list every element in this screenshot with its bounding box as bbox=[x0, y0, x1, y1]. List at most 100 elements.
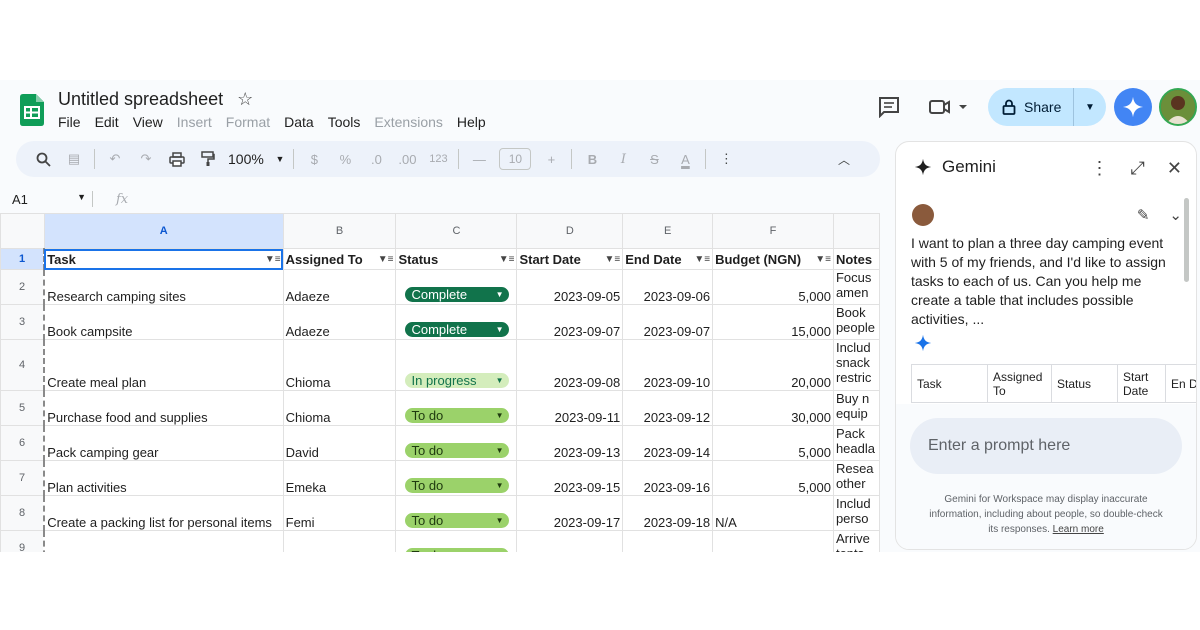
cell-notes[interactable]: Book people bbox=[832, 304, 880, 340]
column-header-b[interactable]: B bbox=[282, 213, 397, 249]
cell-task[interactable]: Set up camp bbox=[43, 530, 284, 552]
row-header-1[interactable]: 1 bbox=[0, 248, 45, 270]
header-cell-end[interactable]: End Date ▼≡ bbox=[622, 248, 714, 270]
cell-start-date[interactable]: 2023-09-17 bbox=[516, 495, 624, 531]
close-icon[interactable]: ✕ bbox=[1167, 158, 1182, 179]
cell-start-date[interactable]: 2023-09-11 bbox=[516, 390, 624, 426]
cell-status[interactable]: Complete ▼ bbox=[395, 304, 518, 340]
status-chip[interactable]: To do ▼ bbox=[405, 513, 510, 528]
cell-start-date[interactable]: 2023-09-05 bbox=[516, 269, 624, 305]
spreadsheet-grid[interactable]: A B C D E F 1 Task ▼≡ Assigned To ▼≡ Statu… bbox=[0, 213, 880, 552]
row-header[interactable]: 6 bbox=[0, 425, 45, 461]
cell-notes[interactable]: Pack headla bbox=[832, 425, 880, 461]
cell-start-date[interactable]: 2023-09-15 bbox=[516, 460, 624, 496]
header-cell-assigned[interactable]: Assigned To ▼≡ bbox=[282, 248, 397, 270]
status-chip[interactable]: Complete ▼ bbox=[405, 322, 510, 337]
cell-budget[interactable]: 5,000 bbox=[712, 425, 834, 461]
header-cell-status[interactable]: Status ▼≡ bbox=[395, 248, 518, 270]
cell-task[interactable]: Purchase food and supplies bbox=[43, 390, 284, 426]
cell-notes[interactable]: Includ snack restric bbox=[832, 339, 880, 391]
cell-budget[interactable]: 5,000 bbox=[712, 460, 834, 496]
chevron-down-icon[interactable]: ⌄ bbox=[1169, 206, 1182, 224]
status-chip[interactable]: To do ▼ bbox=[405, 478, 510, 493]
column-header-c[interactable]: C bbox=[395, 213, 518, 249]
document-title[interactable]: Untitled spreadsheet bbox=[58, 89, 223, 110]
cell-status[interactable]: Complete ▼ bbox=[395, 269, 518, 305]
cell-start-date[interactable]: 2023-09-22 bbox=[516, 530, 624, 552]
name-box[interactable]: A1 ▼ bbox=[0, 192, 92, 207]
filter-icon[interactable]: ▼≡ bbox=[378, 254, 394, 265]
cell-budget[interactable]: 30,000 bbox=[712, 390, 834, 426]
cell-end-date[interactable]: 2023-09-18 bbox=[622, 495, 714, 531]
filter-icon[interactable]: ▼≡ bbox=[815, 254, 831, 265]
undo-icon[interactable]: ↶ bbox=[104, 147, 126, 171]
font-size-increase-icon[interactable]: + bbox=[540, 147, 562, 171]
header-cell-notes[interactable]: Notes bbox=[832, 248, 880, 270]
cell-end-date[interactable]: 2023-09-06 bbox=[622, 269, 714, 305]
row-header[interactable]: 4 bbox=[0, 339, 45, 391]
cell-start-date[interactable]: 2023-09-13 bbox=[516, 425, 624, 461]
cell-budget[interactable]: 5,000 bbox=[712, 269, 834, 305]
decrease-decimal-button[interactable]: .0 bbox=[365, 147, 387, 171]
cell-notes[interactable]: Resea other bbox=[832, 460, 880, 496]
cell-end-date[interactable]: 2023-09-14 bbox=[622, 425, 714, 461]
menu-insert[interactable]: Insert bbox=[177, 114, 212, 130]
cell-status[interactable]: To do ▼ bbox=[395, 530, 518, 552]
header-cell-task[interactable]: Task ▼≡ bbox=[43, 248, 284, 270]
header-cell-start[interactable]: Start Date ▼≡ bbox=[516, 248, 624, 270]
share-options-caret-icon[interactable]: ▼ bbox=[1074, 102, 1106, 113]
tasks-icon[interactable]: ▤ bbox=[63, 147, 85, 171]
select-all-corner[interactable] bbox=[0, 213, 45, 249]
share-main[interactable]: Share bbox=[988, 88, 1074, 126]
share-button[interactable]: Share ▼ bbox=[988, 88, 1106, 126]
more-formats-button[interactable]: 123 bbox=[427, 147, 449, 171]
status-chip[interactable]: To do ▼ bbox=[405, 408, 510, 423]
menu-format[interactable]: Format bbox=[226, 114, 270, 130]
row-header[interactable]: 7 bbox=[0, 460, 45, 496]
cell-assigned[interactable]: All bbox=[282, 530, 397, 552]
font-size-input[interactable]: 10 bbox=[499, 148, 532, 170]
text-color-button[interactable]: A bbox=[674, 147, 696, 171]
more-vert-icon[interactable]: ⋮ bbox=[1091, 158, 1109, 179]
cell-assigned[interactable]: Femi bbox=[282, 495, 397, 531]
cell-start-date[interactable]: 2023-09-08 bbox=[516, 339, 624, 391]
column-header-f[interactable]: F bbox=[712, 213, 834, 249]
cell-budget[interactable]: N/A bbox=[712, 495, 834, 531]
cell-task[interactable]: Create meal plan bbox=[43, 339, 284, 391]
redo-icon[interactable]: ↷ bbox=[135, 147, 157, 171]
cell-task[interactable]: Book campsite bbox=[43, 304, 284, 340]
zoom-select[interactable]: 100% ▼ bbox=[228, 147, 284, 171]
strikethrough-button[interactable]: S bbox=[643, 147, 665, 171]
paint-format-icon[interactable] bbox=[197, 147, 219, 171]
cell-task[interactable]: Pack camping gear bbox=[43, 425, 284, 461]
star-icon[interactable]: ☆ bbox=[237, 89, 253, 110]
menu-file[interactable]: File bbox=[58, 114, 81, 130]
sheets-logo-icon[interactable] bbox=[20, 94, 44, 126]
cell-status[interactable]: To do ▼ bbox=[395, 390, 518, 426]
print-icon[interactable] bbox=[166, 147, 188, 171]
cell-task[interactable]: Research camping sites bbox=[43, 269, 284, 305]
percent-format-button[interactable]: % bbox=[334, 147, 356, 171]
cell-end-date[interactable]: 2023-09-10 bbox=[622, 339, 714, 391]
meet-icon[interactable] bbox=[928, 96, 970, 118]
italic-button[interactable]: I bbox=[612, 147, 634, 171]
cell-end-date[interactable]: 2023-09-22 bbox=[622, 530, 714, 552]
status-chip[interactable]: To do ▼ bbox=[405, 443, 510, 458]
row-header[interactable]: 2 bbox=[0, 269, 45, 305]
cell-end-date[interactable]: 2023-09-12 bbox=[622, 390, 714, 426]
more-vert-icon[interactable]: ⋮ bbox=[715, 147, 737, 171]
cell-budget[interactable]: 15,000 bbox=[712, 304, 834, 340]
menu-extensions[interactable]: Extensions bbox=[374, 114, 442, 130]
cell-task[interactable]: Plan activities bbox=[43, 460, 284, 496]
cell-notes[interactable]: Buy n equip bbox=[832, 390, 880, 426]
cell-notes[interactable]: Focus amen bbox=[832, 269, 880, 305]
filter-icon[interactable]: ▼≡ bbox=[499, 254, 515, 265]
cell-assigned[interactable]: David bbox=[282, 425, 397, 461]
menu-tools[interactable]: Tools bbox=[328, 114, 361, 130]
row-header[interactable]: 8 bbox=[0, 495, 45, 531]
status-chip[interactable]: To do ▼ bbox=[405, 548, 510, 552]
cell-status[interactable]: To do ▼ bbox=[395, 460, 518, 496]
cell-start-date[interactable]: 2023-09-07 bbox=[516, 304, 624, 340]
prompt-input[interactable]: Enter a prompt here bbox=[910, 418, 1182, 474]
collapse-toolbar-icon[interactable]: ︿ bbox=[833, 147, 855, 171]
